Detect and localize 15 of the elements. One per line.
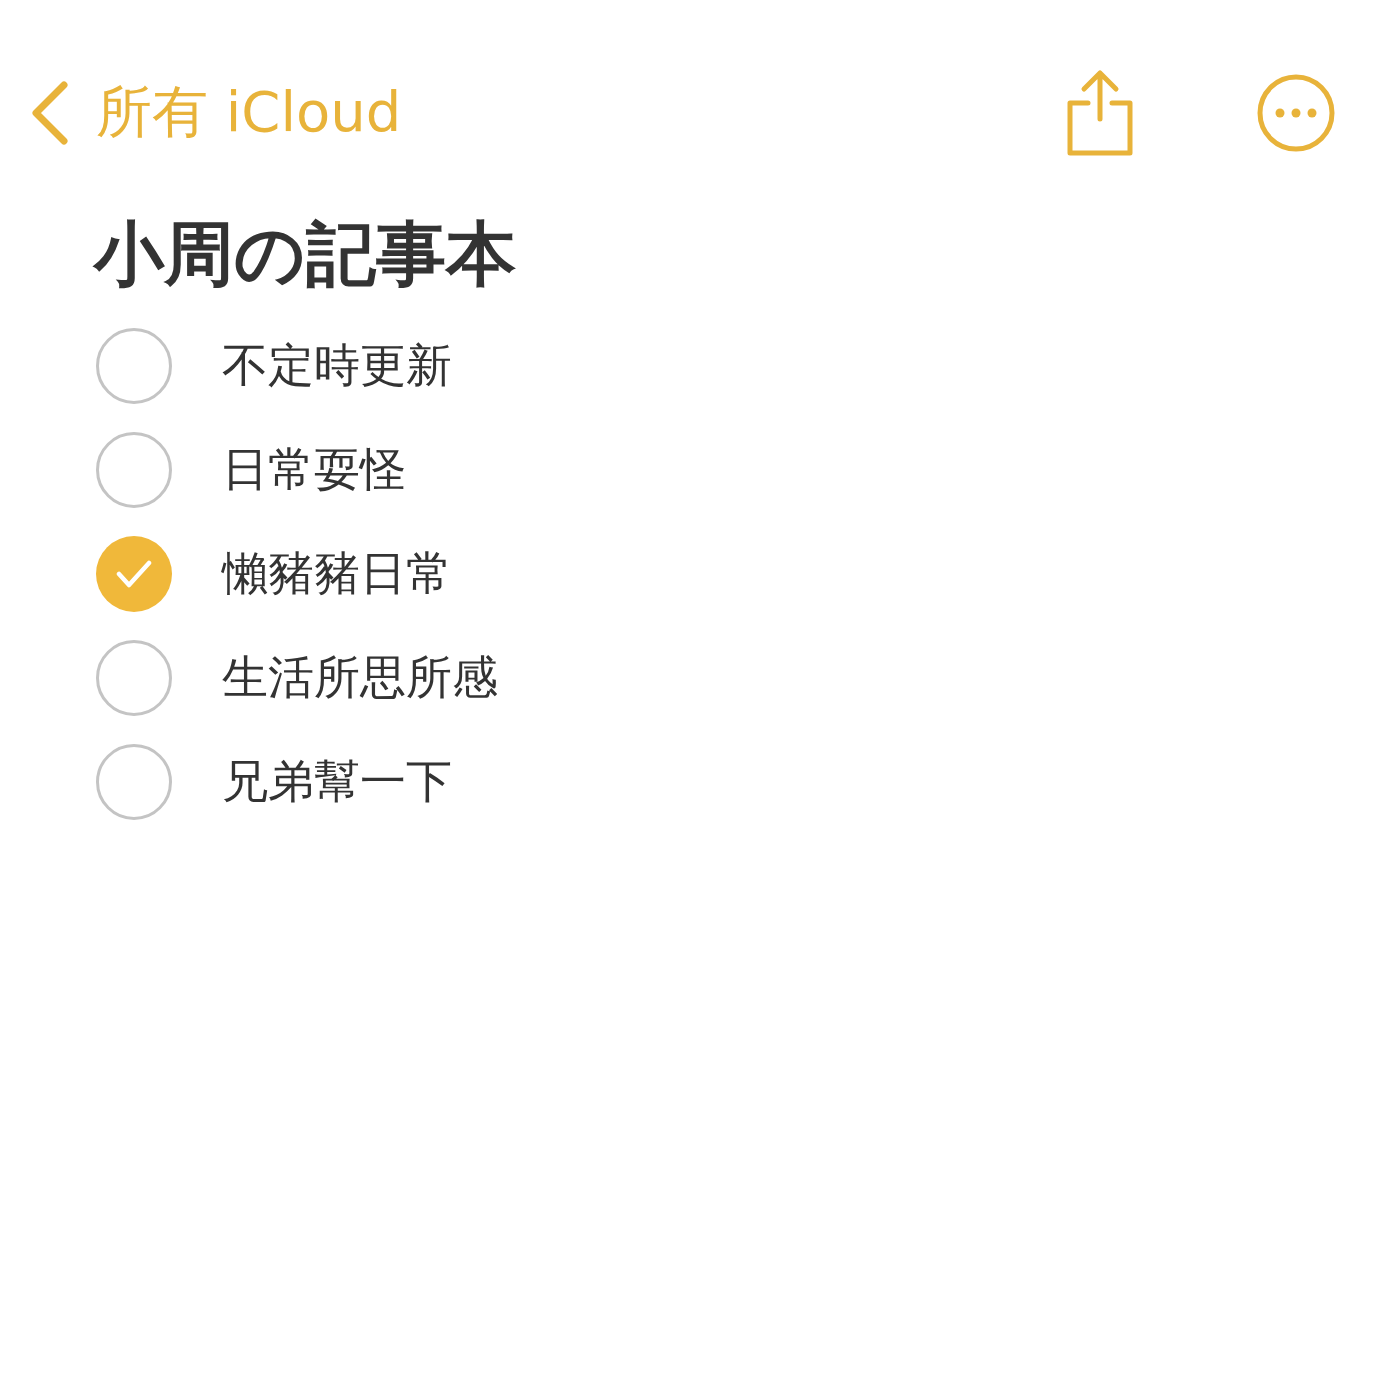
more-icon [1256, 73, 1336, 153]
checklist-item-text: 懶豬豬日常 [222, 545, 452, 602]
checkmark-icon [116, 559, 152, 589]
note-title: 小周の記事本 [94, 212, 517, 297]
checklist-item-text: 生活所思所感 [222, 649, 498, 706]
checklist-item-text: 日常耍怪 [222, 441, 406, 498]
checklist-checkbox[interactable] [96, 744, 172, 820]
checklist-checkbox[interactable] [96, 432, 172, 508]
checklist-item-text: 兄弟幫一下 [222, 753, 452, 810]
chevron-left-icon [30, 81, 70, 145]
back-link[interactable]: 所有 iCloud [30, 75, 402, 151]
checklist-item-text: 不定時更新 [222, 337, 452, 394]
checklist-checkbox[interactable] [96, 640, 172, 716]
more-button[interactable] [1256, 73, 1336, 153]
checklist-checkbox[interactable] [96, 328, 172, 404]
